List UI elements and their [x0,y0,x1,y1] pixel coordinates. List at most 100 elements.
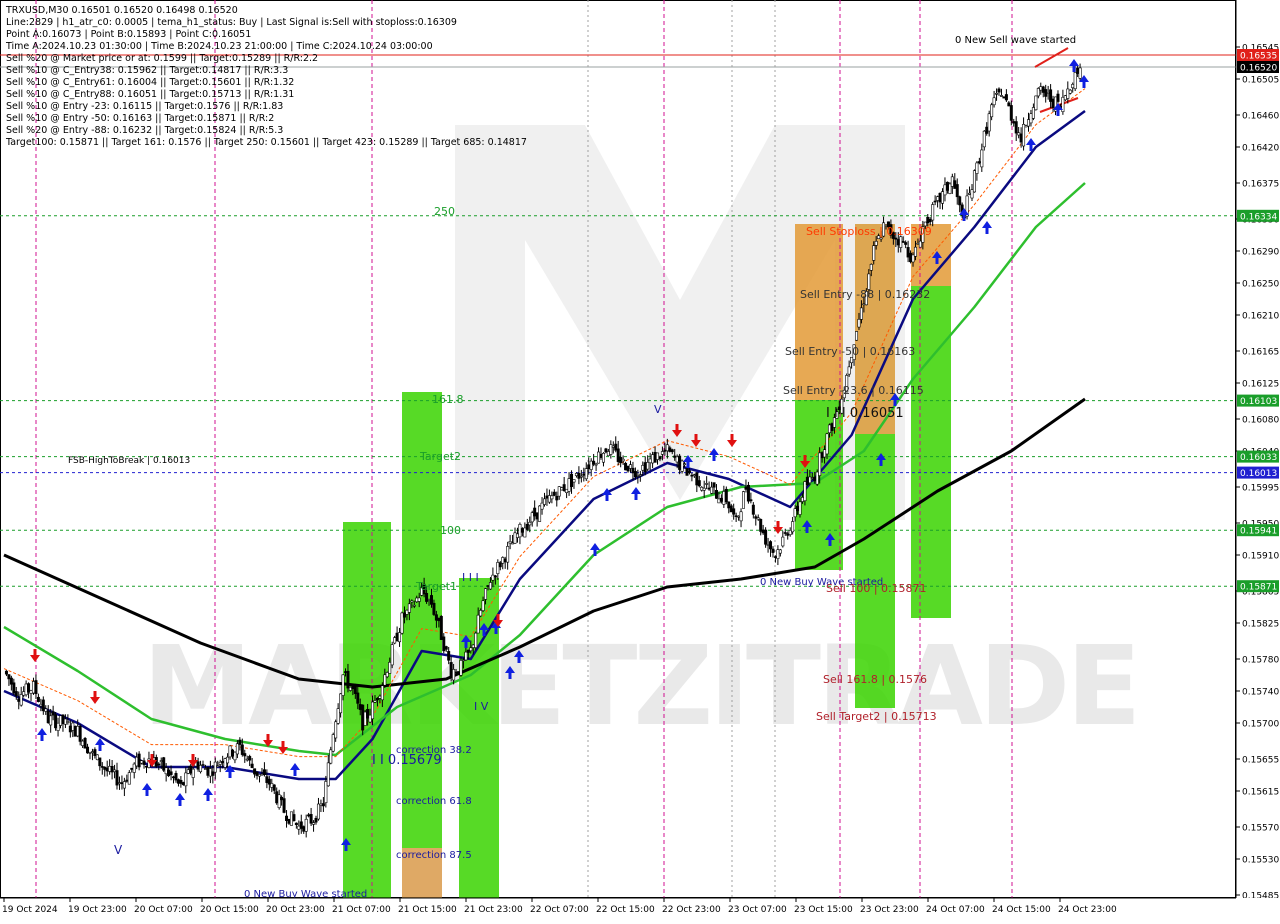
candle-body [135,756,139,767]
candle-body [31,681,35,694]
candle-body [503,558,507,563]
candle-body [855,331,859,341]
candle-body [680,460,684,472]
candle-body [100,766,104,768]
candle-body [859,307,863,320]
candle-body [778,549,782,554]
candle-body [744,486,748,490]
candle-body [9,677,13,685]
candle-body [44,708,48,712]
candle-body [606,451,610,457]
candle-body [132,763,136,773]
candle-body [395,632,399,642]
candle-body [766,544,770,546]
candle-body [987,113,991,132]
price-tag-label: 0.15941 [1240,527,1277,537]
candle-body [857,318,861,328]
candle-body [995,93,999,95]
candle-body [968,192,972,195]
candle-body [776,549,780,559]
candle-body [599,453,603,458]
candle-body [486,585,490,587]
candle-body [388,661,392,674]
candle-body [221,760,225,764]
candle-body [191,768,195,778]
candle-body [1049,89,1053,102]
candle-body [786,533,790,536]
candle-body [823,449,827,458]
time-tick-label: 22 Oct 15:00 [596,905,655,915]
candle-body [46,710,50,724]
candle-body [228,745,232,758]
candle-body [820,452,824,459]
candle-body [626,465,630,472]
candle-body [999,95,1003,97]
candle-body [687,470,691,474]
time-tick-label: 23 Oct 07:00 [728,905,787,915]
candle-body [287,818,291,824]
candle-body [488,582,492,590]
candle-body [648,458,652,464]
candle-body [373,700,377,703]
candle-body [105,767,109,772]
candle-body [162,757,166,771]
candle-body [931,204,935,221]
candle-body [262,769,266,775]
candle-body [95,754,99,761]
candle-body [83,737,87,749]
candle-body [233,751,237,761]
candle-body [783,532,787,534]
candle-body [525,523,529,530]
candle-body [808,476,812,484]
candle-body [791,521,795,533]
candle-body [781,536,785,547]
price-tick-label: 0.15655 [1242,756,1279,766]
price-tick-label: 0.16505 [1242,76,1279,86]
info-line: Sell %10 @ C_Entry88: 0.16051 || Target:… [6,89,295,100]
candle-body [176,779,180,784]
candle-body [339,693,343,714]
candle-body [818,452,822,476]
candle-body [17,698,21,702]
candle-body [724,488,728,503]
candle-body [331,734,335,752]
candle-body [459,660,463,676]
candle-body [240,744,244,755]
candle-body [975,162,979,174]
candle-body [761,529,765,534]
candle-body [700,487,704,491]
candle-body [479,610,483,617]
candle-body [729,505,733,513]
candle-body [172,776,176,779]
candle-body [471,644,475,648]
candle-body [980,149,984,168]
candle-body [611,445,615,448]
info-line: Sell %20 @ Entry -88: 0.16232 || Target:… [6,125,284,136]
candle-body [936,196,940,201]
candle-body [749,499,753,502]
chart-annotation: V [654,403,662,416]
price-tick-label: 0.15740 [1242,688,1279,698]
candle-body [115,770,119,786]
symbol-line: TRXUSD,M30 0.16501 0.16520 0.16498 0.165… [6,5,238,16]
trading-chart[interactable]: MARKETZITRADE 0 New Sell wave started 250… [0,0,1280,920]
candle-body [1007,102,1011,107]
candle-body [714,489,718,499]
candle-body [447,651,451,661]
candle-body [312,822,316,825]
candle-body [321,803,325,807]
candle-body [245,758,249,761]
candle-body [449,662,453,678]
candle-body [727,501,731,509]
candle-body [366,708,370,719]
candle-body [651,454,655,464]
candle-body [926,216,930,224]
info-line: Line:2829 | h1_atr_c0: 0.0005 | tema_h1_… [6,17,457,28]
candle-body [304,818,308,832]
chart-annotation: correction 87.5 [396,850,472,861]
candle-body [444,646,448,650]
candle-body [913,246,917,257]
candle-body [847,366,851,375]
candle-body [587,464,591,469]
candle-body [363,711,367,726]
